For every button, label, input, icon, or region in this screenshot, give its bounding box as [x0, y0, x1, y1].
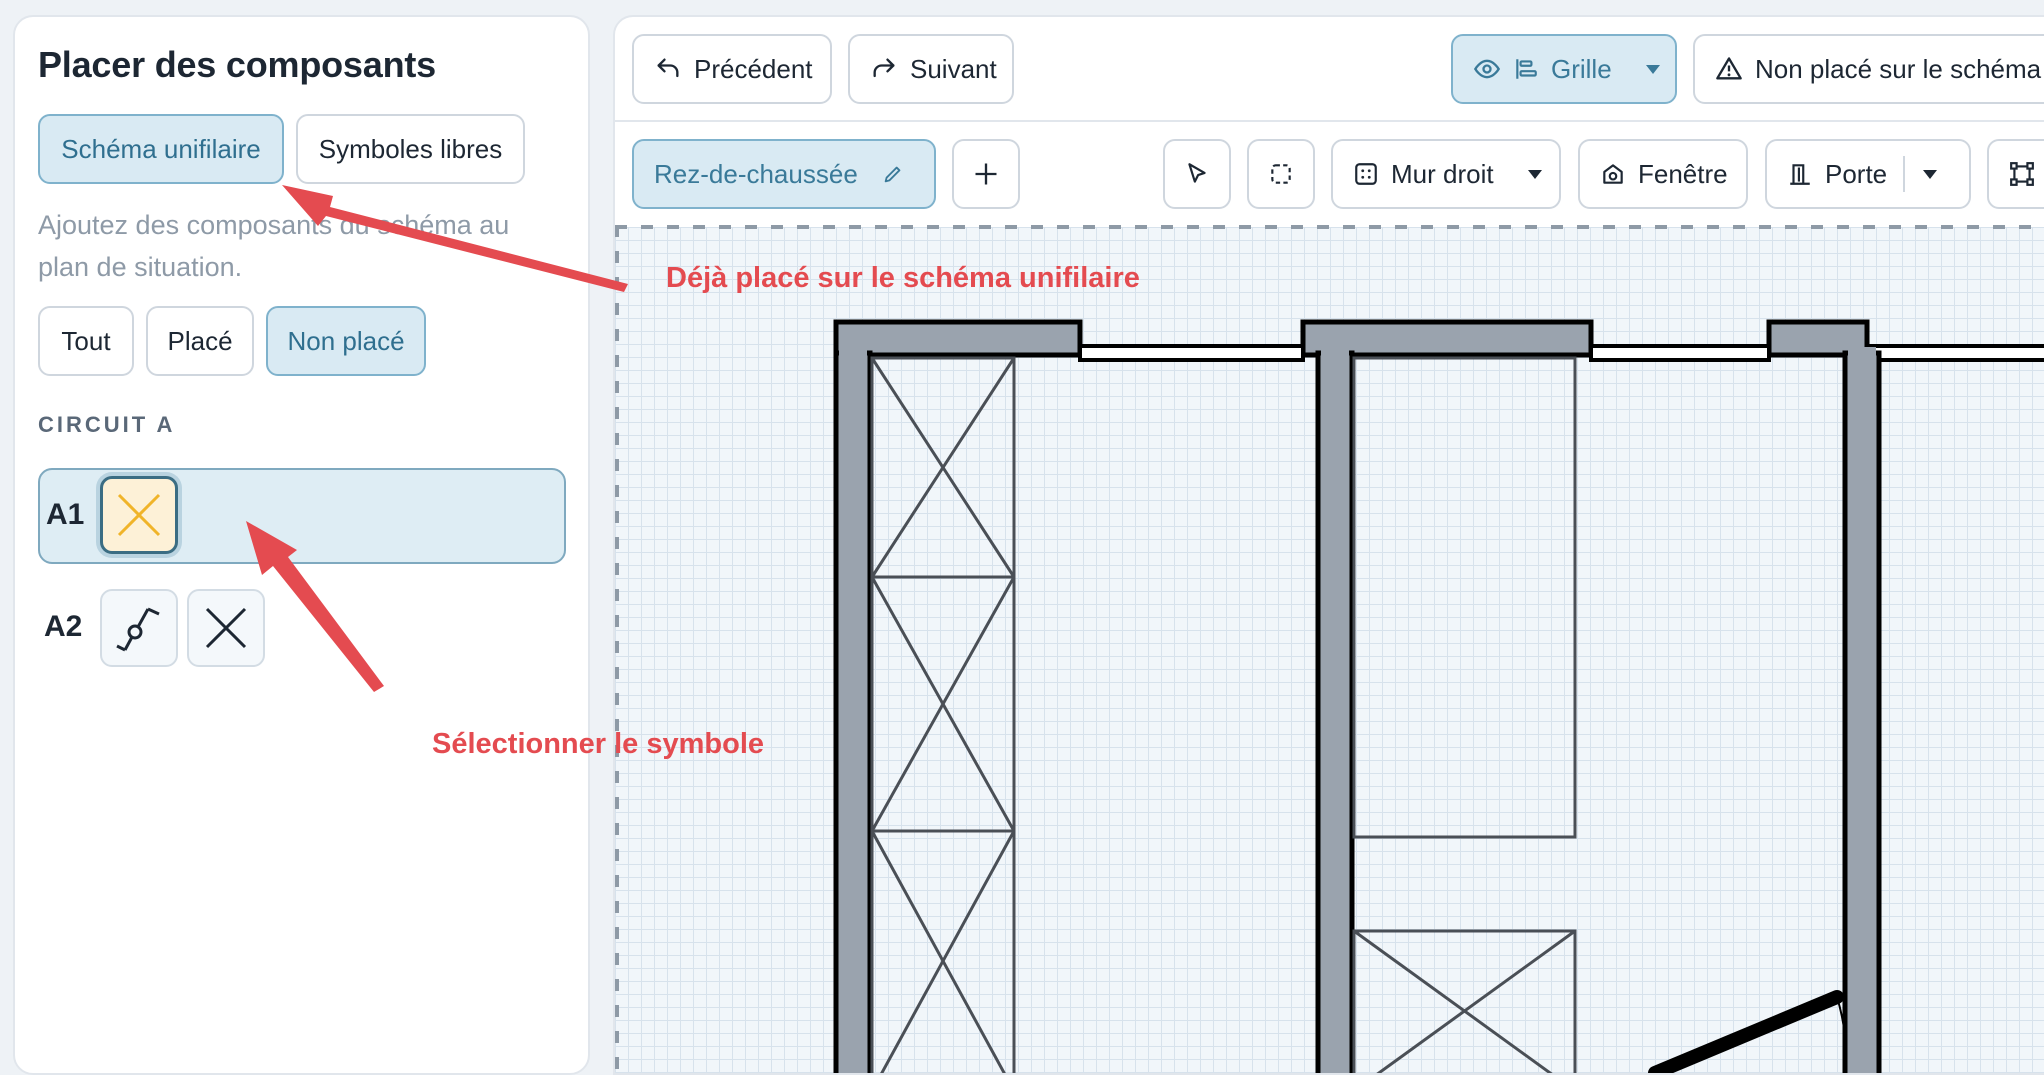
redo-icon — [873, 58, 895, 78]
row-label: A2 — [44, 610, 83, 643]
select-tool-button[interactable] — [1163, 139, 1231, 209]
door-label: Porte — [1825, 158, 1888, 189]
marquee-select-button[interactable] — [1247, 139, 1315, 209]
eye-icon — [1473, 59, 1501, 79]
undo-button[interactable]: Précédent — [632, 34, 832, 104]
align-left-icon — [1516, 59, 1537, 79]
chevron-down-icon[interactable] — [1644, 62, 1662, 76]
select-symbol-annotation: Sélectionner le symbole — [432, 728, 765, 760]
plan-editor: Précédent Suivant Grille Non placé sur l… — [613, 15, 2044, 1075]
plus-icon — [975, 163, 997, 185]
tab-single-line-diagram[interactable]: Schéma unifilaire — [38, 114, 284, 184]
toolbar-divider — [615, 120, 2044, 122]
grid-label: Grille — [1551, 53, 1612, 84]
wall-icon — [1355, 163, 1377, 185]
tab-free-symbols[interactable]: Symboles libres — [296, 114, 525, 184]
light-point-symbol-icon[interactable] — [187, 589, 265, 667]
canvas-border — [615, 225, 619, 1073]
marquee-icon — [1271, 164, 1291, 184]
pencil-icon[interactable] — [882, 163, 904, 185]
plan-canvas[interactable] — [615, 227, 2044, 1073]
panel-title: Placer des composants — [38, 44, 436, 85]
redo-label: Suivant — [910, 53, 997, 84]
cursor-icon — [1188, 163, 1206, 183]
warning-label: Non placé sur le schéma u — [1755, 53, 2044, 84]
wall-label: Mur droit — [1391, 158, 1494, 189]
floor-selector[interactable]: Rez-de-chaussée — [632, 139, 936, 209]
filter-all-button[interactable]: Tout — [38, 306, 134, 376]
chevron-down-icon[interactable] — [1921, 167, 1939, 181]
warning-icon — [1716, 57, 1742, 80]
circuit-row-a2: A2 — [38, 588, 566, 668]
canvas-border — [615, 225, 2044, 229]
window-tool-button[interactable]: Fenêtre — [1578, 139, 1748, 209]
redo-button[interactable]: Suivant — [848, 34, 1014, 104]
add-floor-button[interactable] — [952, 139, 1020, 209]
cut-tool-button[interactable]: In — [1987, 139, 2044, 209]
not-placed-warning-button[interactable]: Non placé sur le schéma u — [1693, 34, 2044, 104]
grid-toggle-button[interactable]: Grille — [1451, 34, 1677, 104]
window-icon — [1603, 164, 1623, 184]
filter-placed-button[interactable]: Placé — [146, 306, 254, 376]
placed-annotation: Déjà placé sur le schéma unifilaire — [666, 262, 1140, 294]
circuit-row-a1[interactable]: A1 — [38, 468, 566, 564]
chevron-down-icon[interactable] — [1526, 167, 1544, 181]
floor-label: Rez-de-chaussée — [654, 158, 858, 189]
window-label: Fenêtre — [1638, 158, 1728, 189]
undo-label: Précédent — [694, 53, 813, 84]
filter-not-placed-button[interactable]: Non placé — [266, 306, 426, 376]
row-label: A1 — [46, 498, 85, 531]
undo-icon — [657, 58, 679, 78]
door-icon — [1790, 164, 1810, 185]
wall-tool-button[interactable]: Mur droit — [1331, 139, 1561, 209]
ceiling-light-symbol-icon[interactable] — [100, 476, 178, 554]
helper-text: Ajoutez des composants du schéma au plan… — [38, 210, 510, 282]
circuit-heading: CIRCUIT A — [38, 412, 176, 437]
door-tool-button[interactable]: Porte — [1765, 139, 1971, 209]
divider — [1903, 156, 1906, 192]
switch-symbol-icon[interactable] — [100, 589, 178, 667]
frame-icon — [2010, 162, 2034, 186]
